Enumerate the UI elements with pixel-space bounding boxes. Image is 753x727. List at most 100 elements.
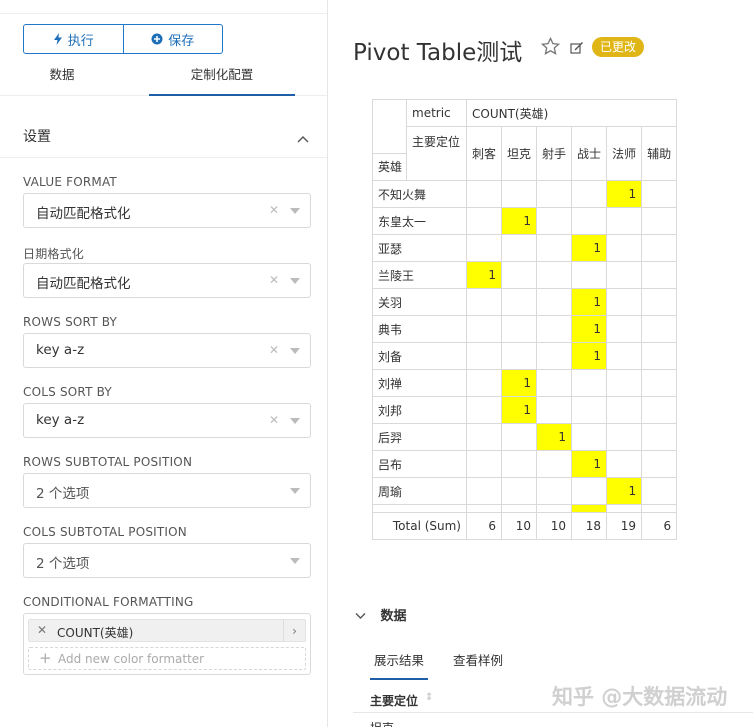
pivot-cell [606,450,643,478]
pivot-cell [465,396,503,424]
rows-sort-select[interactable]: key a-z ✕ [23,333,311,368]
chevron-up-icon[interactable] [297,128,309,147]
save-button[interactable]: 保存 [122,25,223,53]
pivot-cell [641,207,678,235]
close-icon[interactable]: ✕ [37,623,47,637]
results-column-header[interactable]: 主要定位 [370,692,418,709]
cols-subtotal-value: 2 个选项 [36,556,90,572]
pivot-cell [501,180,538,208]
pivot-cell [501,315,538,343]
pivot-cell [536,396,573,424]
total-cell: 10 [501,512,538,540]
pivot-cell [536,342,573,370]
pivot-cell [536,477,573,505]
pivot-cell [536,207,573,235]
caret-down-icon [290,558,300,564]
row-header[interactable]: 后羿 [372,423,467,451]
pivot-cell [372,504,467,513]
pivot-cell [641,315,678,343]
pivot-cell [571,261,608,289]
conditional-formatting-box: ✕ COUNT(英雄) › + Add new color formatter [23,613,311,675]
row-header[interactable]: 刘邦 [372,396,467,424]
date-format-select[interactable]: 自动匹配格式化 ✕ [23,263,311,298]
data-section-header[interactable]: 数据 [355,605,407,624]
total-cell: 10 [536,512,573,540]
pivot-cell [465,342,503,370]
active-tab-indicator [370,678,428,680]
pivot-cell: 1 [571,315,608,343]
row-header[interactable]: 吕布 [372,450,467,478]
pivot-cell [465,315,503,343]
row-header[interactable]: 刘备 [372,342,467,370]
pivot-cell: 1 [536,423,573,451]
col-header[interactable]: 战士 [571,126,608,181]
pivot-row: 吕布 1 [372,450,678,478]
col-header[interactable]: 辅助 [641,126,678,181]
pivot-cell [571,180,608,208]
value-format-select[interactable]: 自动匹配格式化 ✕ [23,193,311,228]
row-header[interactable]: 典韦 [372,315,467,343]
tab-results[interactable]: 展示结果 [374,650,424,669]
tab-samples[interactable]: 查看样例 [453,650,503,669]
chevron-right-icon[interactable]: › [283,620,305,641]
pivot-cell [571,423,608,451]
tab-customize[interactable]: 定制化配置 [149,60,295,96]
row-header[interactable]: 周瑜 [372,477,467,505]
cols-subtotal-label: COLS SUBTOTAL POSITION [23,525,187,539]
pivot-row: 周瑜 1 [372,477,678,505]
row-header[interactable]: 刘禅 [372,369,467,397]
plus-circle-icon [151,33,163,45]
pivot-cell: 1 [606,477,643,505]
settings-header[interactable]: 设置 [0,114,327,158]
col-header[interactable]: 法师 [606,126,643,181]
add-color-formatter-button[interactable]: + Add new color formatter [28,647,306,670]
pivot-cell: 1 [501,396,538,424]
rows-subtotal-select[interactable]: 2 个选项 [23,473,311,508]
pivot-cell [465,477,503,505]
pivot-cell [536,315,573,343]
pivot-cell [641,423,678,451]
pivot-cell: 1 [501,207,538,235]
control-panel: 执行 保存 数据 定制化配置 设置 VALUE FORMAT 自动匹配格式化 ✕ [0,0,328,727]
clear-icon[interactable]: ✕ [269,343,279,357]
pivot-cell [606,288,643,316]
pivot-row: 东皇太一 1 [372,207,678,235]
clear-icon[interactable]: ✕ [269,273,279,287]
pivot-cell [536,180,573,208]
sort-icon[interactable]: ⇕ [425,692,433,703]
clear-icon[interactable]: ✕ [269,413,279,427]
pivot-cell [501,450,538,478]
row-header[interactable]: 东皇太一 [372,207,467,235]
metric-value: COUNT(英雄) [465,99,678,127]
pivot-cell [465,450,503,478]
clear-icon[interactable]: ✕ [269,203,279,217]
pivot-cell [641,450,678,478]
row-header[interactable]: 关羽 [372,288,467,316]
pivot-cell [641,234,678,262]
pivot-cell [536,261,573,289]
edit-icon[interactable] [570,40,584,59]
pivot-cell [571,207,608,235]
cols-sort-label: COLS SORT BY [23,385,112,399]
pivot-cell [501,477,538,505]
chevron-down-icon[interactable] [355,609,366,624]
row-header[interactable]: 不知火舞 [372,180,467,208]
formatter-item[interactable]: ✕ COUNT(英雄) › [28,619,306,642]
run-button[interactable]: 执行 [24,25,123,53]
pivot-cell [536,234,573,262]
star-icon[interactable] [540,36,561,60]
pivot-row: 后羿 1 [372,423,678,451]
pivot-cell [606,261,643,289]
pivot-cell: 1 [571,342,608,370]
cols-sort-select[interactable]: key a-z ✕ [23,403,311,438]
cols-subtotal-select[interactable]: 2 个选项 [23,543,311,578]
pivot-row: 关羽 1 [372,288,678,316]
row-header[interactable]: 亚瑟 [372,234,467,262]
col-header[interactable]: 刺客 [465,126,503,181]
formatter-name: COUNT(英雄) [57,626,134,640]
tab-data[interactable]: 数据 [25,60,99,96]
pivot-cell [465,207,503,235]
col-header[interactable]: 射手 [536,126,573,181]
row-header[interactable]: 兰陵王 [372,261,467,289]
col-header[interactable]: 坦克 [501,126,538,181]
